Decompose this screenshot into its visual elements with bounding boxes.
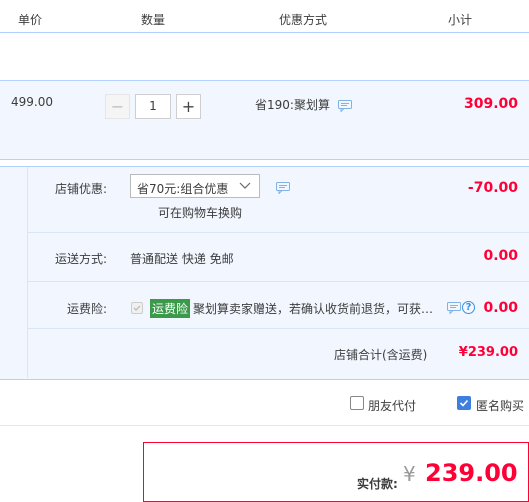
col-price-header: 单价 [18,13,43,27]
insurance-text: 聚划算卖家赠送，若确认收货前退货，可获… [193,302,434,316]
section-divider [0,425,529,426]
coupon-select[interactable]: 省70元:组合优惠 [130,174,260,198]
chat-icon[interactable] [276,182,290,194]
col-subtotal-header: 小计 [448,13,473,27]
row-divider [28,281,529,282]
friend-pay-label: 朋友代付 [368,399,417,413]
check-icon [133,305,141,311]
chat-icon[interactable] [338,100,352,112]
insurance-tag: 运费险 [150,299,191,318]
chevron-down-icon [239,182,251,189]
quantity-minus-button[interactable]: − [105,94,130,119]
currency-symbol: ¥ [403,462,416,486]
coupon-label: 店铺优惠: [55,182,108,196]
payment-label: 实付款: [357,477,398,491]
insurance-label: 运费险: [67,302,108,316]
coupon-amount: -70.00 [467,180,518,196]
quantity-plus-button[interactable]: + [176,94,201,119]
shop-total-label: 店铺合计(含运费) [334,348,428,362]
quantity-stepper: − 1 + [105,94,201,120]
chat-icon[interactable] [447,302,461,314]
coupon-selected-value: 省70元:组合优惠 [137,182,229,196]
col-discount-header: 优惠方式 [279,13,328,27]
insurance-checkbox[interactable] [131,302,143,314]
shop-section [0,166,529,380]
anonymous-label: 匿名购买 [476,399,525,413]
friend-pay-checkbox[interactable] [350,396,364,410]
col-qty-header: 数量 [141,13,166,27]
check-icon [459,399,469,407]
item-subtotal: 309.00 [463,96,518,112]
shipping-label: 运送方式: [55,252,108,266]
row-divider [28,232,529,233]
help-icon[interactable]: ? [462,301,475,314]
quantity-input[interactable]: 1 [135,94,171,119]
shop-divider [27,167,28,378]
coupon-hint: 可在购物车换购 [158,206,243,220]
shipping-amount: 0.00 [483,248,518,264]
row-divider [28,328,529,329]
item-row [0,80,529,160]
item-discount: 省190:聚划算 [255,98,330,112]
insurance-amount: 0.00 [483,300,518,316]
anonymous-checkbox[interactable] [457,396,471,410]
item-price: 499.00 [11,95,53,109]
payment-amount: 239.00 [425,459,518,487]
shop-total-amount: ¥239.00 [458,345,518,360]
shipping-value: 普通配送 快递 免邮 [130,252,234,266]
table-header: 单价 数量 优惠方式 小计 [0,0,529,33]
